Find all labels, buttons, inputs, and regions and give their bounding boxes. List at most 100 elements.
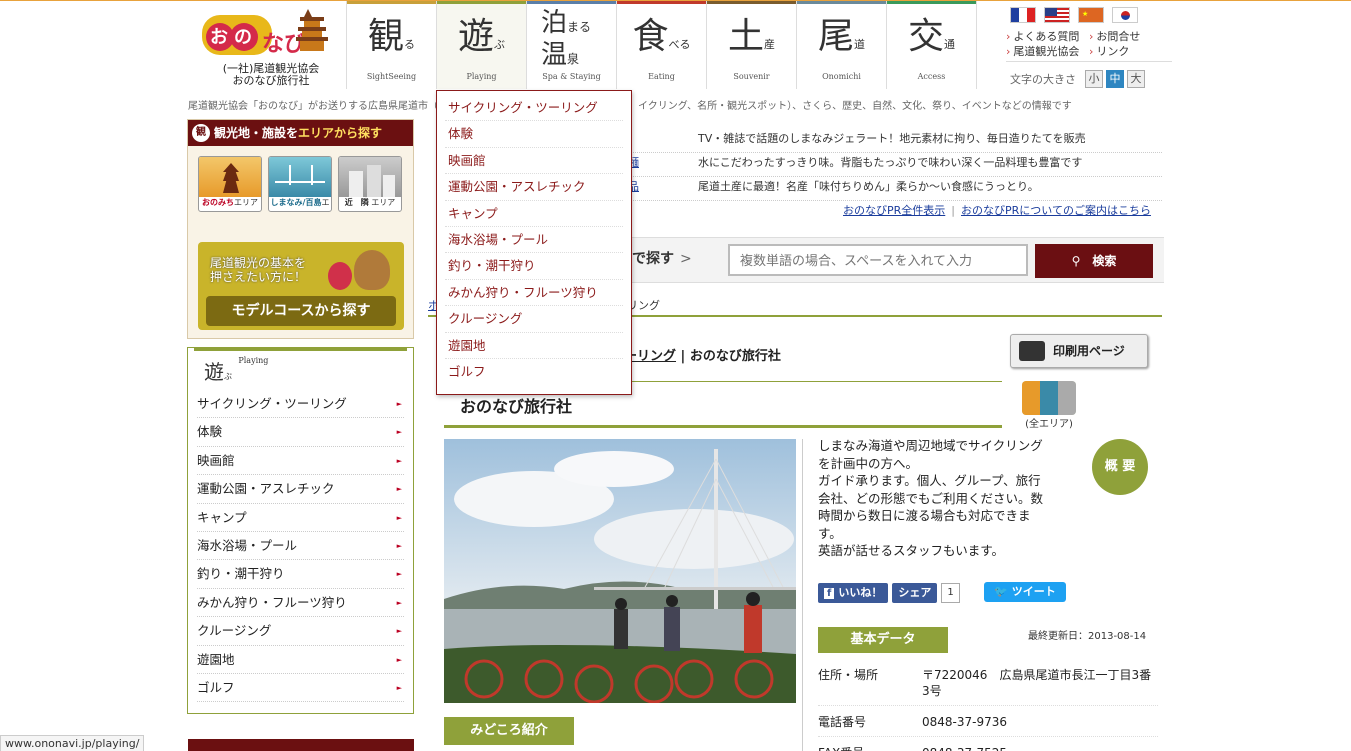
pr-item[interactable]: 麺水にこだわったすっきり味。背脂もたっぷりで味わい深く一品料理も豊富です	[616, 153, 1162, 177]
pr-about-link[interactable]: おのなびPRについてのご案内はこちら	[961, 204, 1151, 217]
basic-data-table: 住所・場所 〒7220046 広島県尾道市長江一丁目3番3号 電話番号 0848-3…	[818, 667, 1158, 751]
gnav-eating[interactable]: 食べる Eating	[617, 1, 707, 89]
buildings-icon	[339, 157, 401, 197]
site-logo[interactable]: お の なび (一社)尾道観光協会 おのなび旅行社	[196, 5, 336, 89]
search-input[interactable]	[728, 244, 1028, 276]
area-shimanami-button[interactable]: しまなみ/百島エリア	[268, 156, 332, 212]
agency-name: おのなび旅行社	[232, 74, 310, 87]
facebook-like-button[interactable]: f いいね！	[818, 583, 889, 603]
dropdown-item-beach-pool[interactable]: 海水浴場・プール	[445, 227, 623, 254]
facility-description: しまなみ海道や周辺地域でサイクリングを計画中の方へ。 ガイド承ります。個人、グル…	[818, 438, 1044, 558]
playing-category-menu: 遊ぶ Playing サイクリング・ツーリング 体験 映画館 運動公園・アスレチ…	[187, 347, 414, 714]
bridge-icon	[269, 157, 331, 197]
svg-text:なび: なび	[262, 32, 306, 57]
data-row-fax: FAX番号0848-37-7525	[818, 745, 1158, 751]
share-count: 1	[941, 583, 960, 603]
model-course-banner[interactable]: 尾道観光の基本を 押さえたい方に！ モデルコースから探す	[198, 242, 404, 330]
pr-item[interactable]: 品尾道土産に最適！名産「味付ちりめん」柔らか〜い食感にうっとり。	[616, 177, 1162, 201]
area-search-box: 観 観光地・施設をエリアから探す おのみちエリア しまなみ/百島エリア 近 隣 …	[187, 119, 414, 339]
flag-france-icon[interactable]	[1010, 7, 1036, 23]
side-item-cruising[interactable]: クルージング	[197, 617, 404, 646]
dropdown-item-fishing[interactable]: 釣り・潮干狩り	[445, 253, 623, 280]
side-item-beach-pool[interactable]: 海水浴場・プール	[197, 532, 404, 561]
dropdown-item-cinema[interactable]: 映画館	[445, 148, 623, 175]
category-title: ーリング | おのなび旅行社	[624, 349, 781, 364]
area-onomichi-button[interactable]: おのみちエリア	[198, 156, 262, 212]
gnav-playing[interactable]: 遊ぶ Playing	[437, 1, 527, 89]
pagoda-icon	[199, 157, 261, 197]
gnav-sightseeing[interactable]: 観る SightSeeing	[347, 1, 437, 89]
pr-all-link[interactable]: おのなびPR全件表示	[843, 204, 945, 217]
dropdown-item-experience[interactable]: 体験	[445, 121, 623, 148]
global-nav: 観る SightSeeing 遊ぶ Playing 泊まる 温泉 Spa & St…	[346, 1, 977, 89]
maneki-neko-icon	[354, 250, 390, 290]
main-photo	[444, 439, 796, 703]
playing-heading: 遊ぶ Playing	[204, 356, 269, 384]
link-page-link[interactable]: › リンク	[1089, 44, 1172, 59]
side-item-experience[interactable]: 体験	[197, 418, 404, 447]
keyword-search-bar: で探す> ⚲検索	[612, 237, 1164, 283]
flag-korea-icon[interactable]	[1112, 7, 1138, 23]
side-item-fruit-picking[interactable]: みかん狩り・フルーツ狩り	[197, 589, 404, 618]
side-item-cycling[interactable]: サイクリング・ツーリング	[197, 390, 404, 419]
printer-icon	[1019, 341, 1045, 361]
twitter-icon: 🐦	[994, 585, 1008, 598]
dropdown-item-cycling[interactable]: サイクリング・ツーリング	[445, 95, 623, 122]
model-course-button[interactable]: モデルコースから探す	[206, 296, 396, 326]
side-item-sports-park[interactable]: 運動公園・アスレチック	[197, 475, 404, 504]
facebook-icon: f	[824, 588, 835, 599]
area-nearby-button[interactable]: 近 隣 エリア	[338, 156, 402, 212]
facebook-share-button[interactable]: シェア	[892, 583, 938, 603]
basic-data-heading: 基本データ	[818, 627, 948, 653]
gnav-access[interactable]: 交通 Access	[887, 1, 977, 89]
dropdown-item-amusement-park[interactable]: 遊園地	[445, 333, 623, 359]
utility-links: › よくある質問 › お問合せ › 尾道観光協会 › リンク	[1006, 29, 1172, 62]
assoc-link[interactable]: › 尾道観光協会	[1006, 44, 1089, 59]
dropdown-item-cruising[interactable]: クルージング	[445, 306, 623, 333]
search-button[interactable]: ⚲ 検索	[1035, 244, 1153, 278]
highlights-heading: みどころ紹介	[444, 717, 574, 745]
summary-badge: 概 要	[1092, 439, 1148, 495]
print-page-button[interactable]: 印刷用ページ	[1010, 334, 1148, 368]
dropdown-item-golf[interactable]: ゴルフ	[445, 359, 623, 385]
gnav-onomichi[interactable]: 尾道 Onomichi	[797, 1, 887, 89]
font-size-label: 文字の大きさ	[1010, 73, 1076, 86]
contact-link[interactable]: › お問合せ	[1089, 29, 1172, 44]
sidebar-next-banner[interactable]	[188, 739, 414, 751]
flag-china-icon[interactable]: ★	[1078, 7, 1104, 23]
side-item-amusement-park[interactable]: 遊園地	[197, 646, 404, 674]
daruma-icon	[328, 262, 352, 290]
flag-usa-icon[interactable]	[1044, 7, 1070, 23]
all-area-icon	[1022, 381, 1076, 415]
sightseeing-icon: 観	[192, 124, 210, 142]
dropdown-item-fruit-picking[interactable]: みかん狩り・フルーツ狩り	[445, 280, 623, 307]
font-size-control: 文字の大きさ 小 中 大	[1010, 70, 1145, 88]
data-row-address: 住所・場所 〒7220046 広島県尾道市長江一丁目3番3号	[818, 667, 1158, 706]
side-item-camp[interactable]: キャンプ	[197, 504, 404, 532]
pr-list: TV・雑誌で話題のしまなみジェラート！地元素材に拘り、毎日造りたてを販売 麺水に…	[616, 129, 1162, 201]
language-flags: ★	[1010, 7, 1138, 23]
pr-links: おのなびPR全件表示 | おのなびPRについてのご案内はこちら	[843, 204, 1151, 217]
search-label: で探す	[632, 251, 674, 267]
font-size-medium-button[interactable]: 中	[1106, 70, 1124, 88]
playing-dropdown-menu: サイクリング・ツーリング 体験 映画館 運動公園・アスレチック キャンプ 海水浴…	[436, 90, 632, 395]
side-item-golf[interactable]: ゴルフ	[197, 674, 404, 703]
browser-status-bar: www.ononavi.jp/playing/	[0, 735, 145, 751]
pr-item[interactable]: TV・雑誌で話題のしまなみジェラート！地元素材に拘り、毎日造りたてを販売	[616, 129, 1162, 153]
last-updated: 最終更新日：2013-08-14	[1028, 631, 1147, 642]
font-size-large-button[interactable]: 大	[1127, 70, 1145, 88]
tweet-button[interactable]: 🐦 ツイート	[984, 582, 1066, 602]
side-item-cinema[interactable]: 映画館	[197, 447, 404, 476]
side-item-fishing[interactable]: 釣り・潮干狩り	[197, 560, 404, 589]
area-search-title: 観 観光地・施設をエリアから探す	[188, 120, 413, 146]
dropdown-item-camp[interactable]: キャンプ	[445, 201, 623, 227]
ononavi-logo-icon: お の なび	[202, 9, 328, 57]
dropdown-item-sports-park[interactable]: 運動公園・アスレチック	[445, 174, 623, 201]
gnav-spa-staying[interactable]: 泊まる 温泉 Spa & Staying	[527, 1, 617, 89]
page-title: おのなび旅行社	[460, 397, 573, 416]
faq-link[interactable]: › よくある質問	[1006, 29, 1089, 44]
area-badge: (全エリア)	[1022, 381, 1076, 430]
svg-text:お: お	[210, 27, 228, 48]
gnav-souvenir[interactable]: 土産 Souvenir	[707, 1, 797, 89]
font-size-small-button[interactable]: 小	[1085, 70, 1103, 88]
